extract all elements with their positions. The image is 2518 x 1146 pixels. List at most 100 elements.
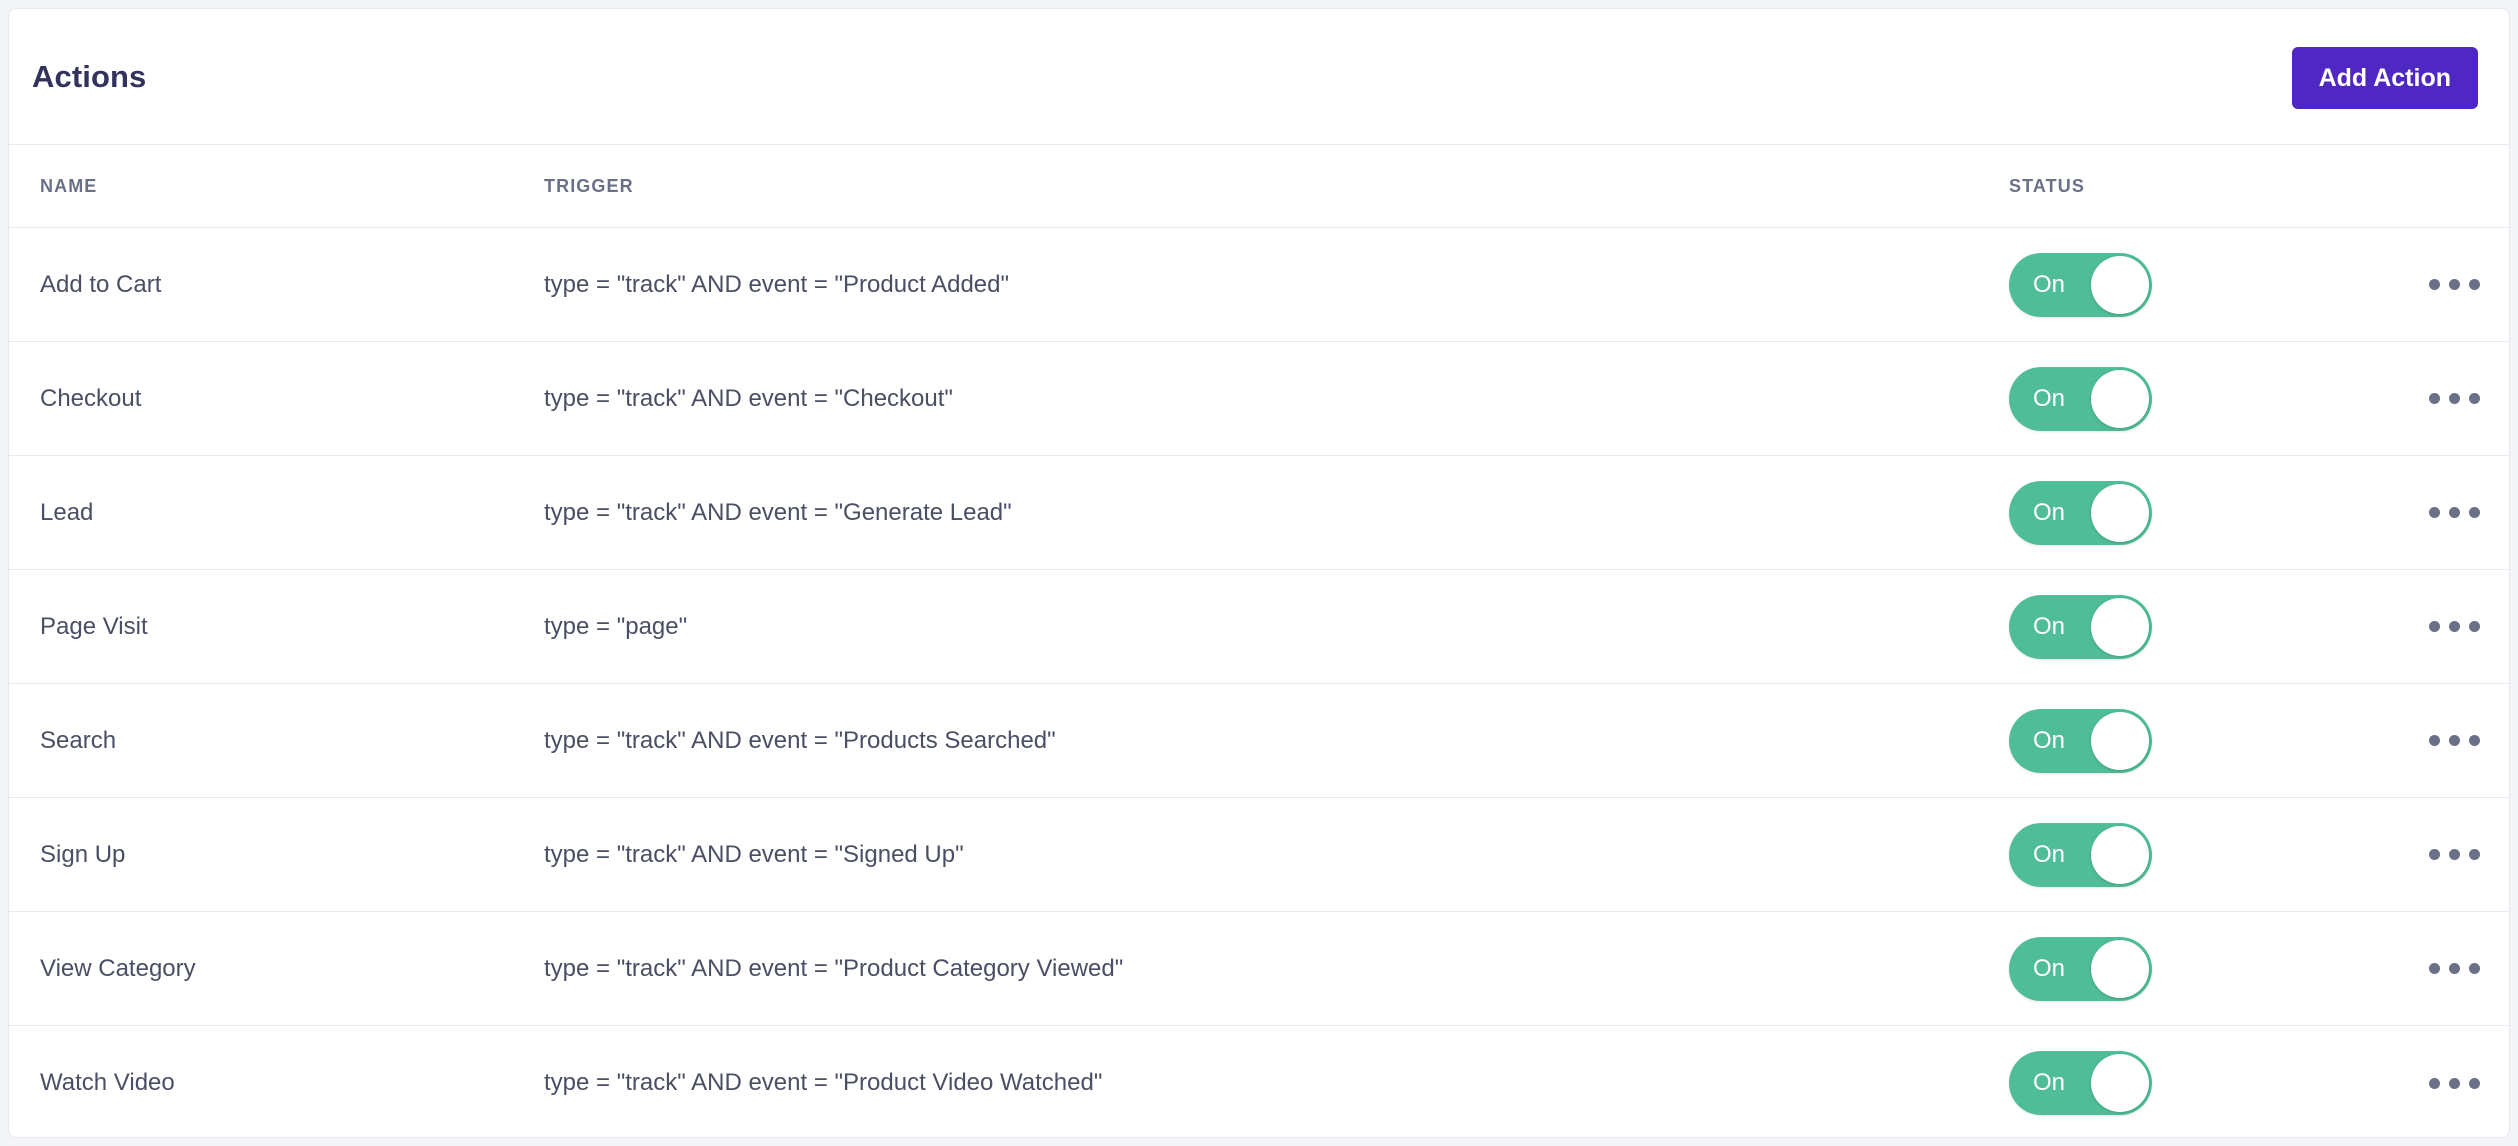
action-menu-cell: [2399, 912, 2509, 1025]
action-status-cell: On: [2009, 570, 2309, 683]
action-menu-cell: [2399, 228, 2509, 341]
status-toggle-knob: [2091, 825, 2149, 884]
action-name-cell: Watch Video: [40, 1026, 340, 1137]
table-row: View Category type = "track" AND event = …: [9, 912, 2509, 1026]
kebab-menu-icon[interactable]: [2419, 716, 2489, 766]
kebab-dot: [2468, 621, 2480, 632]
action-status-cell: On: [2009, 912, 2309, 1025]
action-status-cell: On: [2009, 798, 2309, 911]
kebab-dot: [2448, 963, 2460, 974]
action-status-cell: On: [2009, 1026, 2309, 1137]
status-toggle[interactable]: On: [2009, 1051, 2152, 1115]
action-name: Sign Up: [40, 840, 126, 868]
table-row: Checkout type = "track" AND event = "Chec…: [9, 342, 2509, 456]
action-trigger: type = "track" AND event = "Generate Lea…: [544, 498, 1012, 526]
action-name: Add to Cart: [40, 270, 162, 298]
kebab-menu-icon[interactable]: [2419, 1058, 2489, 1108]
kebab-dot: [2428, 507, 2440, 518]
action-menu-cell: [2399, 798, 2509, 911]
kebab-dot: [2468, 507, 2480, 518]
action-menu-cell: [2399, 570, 2509, 683]
table-row: Watch Video type = "track" AND event = "P…: [9, 1026, 2509, 1137]
action-trigger: type = "track" AND event = "Product Vide…: [544, 1069, 1103, 1096]
table-row: Sign Up type = "track" AND event = "Signe…: [9, 798, 2509, 912]
action-name-cell: Add to Cart: [40, 228, 340, 341]
status-toggle-knob: [2091, 711, 2149, 770]
kebab-dot: [2448, 279, 2460, 290]
action-status-cell: On: [2009, 342, 2309, 455]
status-toggle[interactable]: On: [2009, 594, 2152, 659]
kebab-menu-icon[interactable]: [2419, 260, 2489, 310]
status-toggle-label: On: [2033, 612, 2066, 640]
page-title: Actions: [32, 59, 147, 94]
column-header-status: STATUS: [2009, 175, 2085, 196]
kebab-menu-icon[interactable]: [2419, 374, 2489, 424]
action-trigger: type = "page": [544, 612, 688, 640]
action-trigger-cell: type = "track" AND event = "Signed Up": [544, 798, 1944, 911]
actions-table: NAME TRIGGER STATUS Add to Cart type = "t…: [9, 145, 2509, 1137]
table-body: Add to Cart type = "track" AND event = "P…: [9, 228, 2509, 1137]
status-toggle[interactable]: On: [2009, 936, 2152, 1001]
table-header-row: NAME TRIGGER STATUS: [9, 145, 2509, 228]
status-toggle-label: On: [2033, 840, 2066, 868]
action-name-cell: Page Visit: [40, 570, 340, 683]
action-trigger: type = "track" AND event = "Product Adde…: [544, 270, 1009, 298]
status-toggle-knob: [2091, 255, 2149, 314]
action-menu-cell: [2399, 1026, 2509, 1137]
status-toggle[interactable]: On: [2009, 708, 2152, 773]
action-name-cell: Checkout: [40, 342, 340, 455]
status-toggle-knob: [2091, 939, 2149, 998]
kebab-menu-icon[interactable]: [2419, 488, 2489, 538]
action-trigger-cell: type = "page": [544, 570, 1944, 683]
kebab-dot: [2428, 621, 2440, 632]
kebab-menu-icon[interactable]: [2419, 944, 2489, 994]
kebab-dot: [2428, 393, 2440, 404]
kebab-dot: [2468, 735, 2480, 746]
kebab-dot: [2468, 279, 2480, 290]
action-name-cell: Sign Up: [40, 798, 340, 911]
status-toggle-knob: [2091, 597, 2149, 656]
kebab-menu-icon[interactable]: [2419, 830, 2489, 880]
add-action-button[interactable]: Add Action: [2291, 47, 2478, 109]
action-menu-cell: [2399, 684, 2509, 797]
column-header-trigger-cell: TRIGGER: [544, 145, 1944, 227]
status-toggle[interactable]: On: [2009, 822, 2152, 887]
kebab-dot: [2428, 963, 2440, 974]
kebab-dot: [2428, 849, 2440, 860]
status-toggle-label: On: [2033, 270, 2066, 298]
kebab-dot: [2448, 393, 2460, 404]
kebab-menu-icon[interactable]: [2419, 602, 2489, 652]
status-toggle[interactable]: On: [2009, 366, 2152, 431]
action-trigger-cell: type = "track" AND event = "Products Sea…: [544, 684, 1944, 797]
status-toggle-knob: [2091, 369, 2149, 428]
card-header: Actions Add Action: [9, 9, 2509, 145]
kebab-dot: [2428, 735, 2440, 746]
kebab-dot: [2448, 1077, 2460, 1089]
status-toggle-label: On: [2033, 1069, 2066, 1096]
status-toggle-label: On: [2033, 954, 2066, 982]
kebab-dot: [2448, 507, 2460, 518]
action-name-cell: View Category: [40, 912, 340, 1025]
status-toggle-label: On: [2033, 498, 2066, 526]
status-toggle[interactable]: On: [2009, 480, 2152, 545]
status-toggle[interactable]: On: [2009, 252, 2152, 317]
action-name: Page Visit: [40, 612, 148, 640]
action-status-cell: On: [2009, 684, 2309, 797]
action-trigger-cell: type = "track" AND event = "Product Adde…: [544, 228, 1944, 341]
status-toggle-knob: [2091, 1054, 2149, 1112]
actions-card: Actions Add Action NAME TRIGGER STATUS A…: [8, 8, 2510, 1138]
action-name: Checkout: [40, 384, 142, 412]
action-menu-cell: [2399, 342, 2509, 455]
kebab-dot: [2428, 279, 2440, 290]
column-header-name-cell: NAME: [40, 145, 340, 227]
kebab-dot: [2468, 1077, 2480, 1089]
action-trigger-cell: type = "track" AND event = "Generate Lea…: [544, 456, 1944, 569]
action-menu-cell: [2399, 456, 2509, 569]
status-toggle-knob: [2091, 483, 2149, 542]
action-trigger: type = "track" AND event = "Products Sea…: [544, 726, 1056, 754]
action-trigger-cell: type = "track" AND event = "Checkout": [544, 342, 1944, 455]
action-trigger: type = "track" AND event = "Product Cate…: [544, 954, 1124, 982]
column-header-trigger: TRIGGER: [544, 175, 634, 196]
kebab-dot: [2448, 849, 2460, 860]
table-row: Lead type = "track" AND event = "Generate…: [9, 456, 2509, 570]
